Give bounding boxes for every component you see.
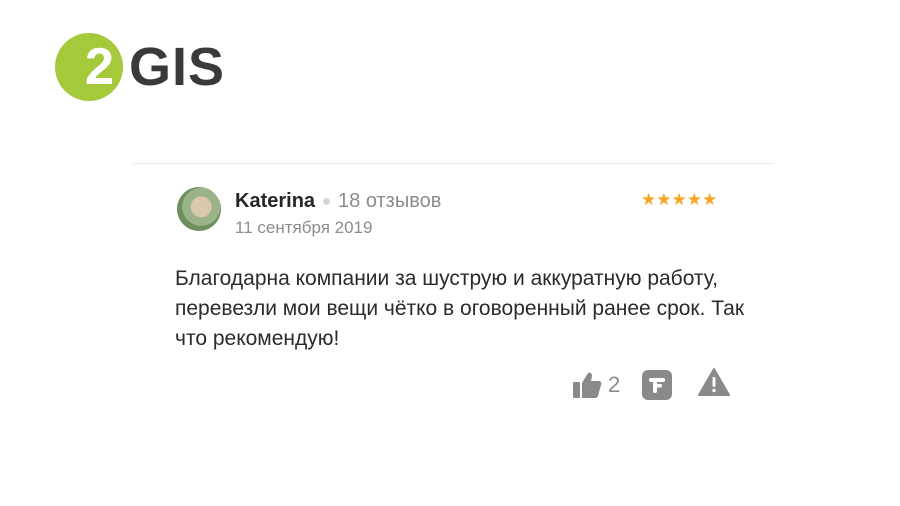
brand-logo: 2 GIS [55,33,225,101]
review-actions: 2 [572,368,731,401]
review-count: 18 отзывов [338,190,442,212]
logo-digit: 2 [85,38,114,96]
like-button[interactable]: 2 [572,371,620,399]
avatar[interactable] [177,187,221,231]
like-count: 2 [608,371,621,397]
logo-text: GIS [129,37,226,97]
review-date: 11 сентября 2019 [235,218,373,237]
warning-icon[interactable] [698,368,731,401]
review-text: Благодарна компании за шуструю и аккурат… [175,267,745,350]
author-name[interactable]: Katerina [235,189,315,213]
logo-circle: 2 [55,33,123,101]
reply-icon[interactable] [642,369,673,400]
thumbs-up-icon [572,371,602,399]
rating-stars: ★★★★★ [641,190,718,209]
divider [133,163,773,164]
separator-dot [323,197,331,205]
author-line: Katerina 18 отзывов [235,189,441,213]
